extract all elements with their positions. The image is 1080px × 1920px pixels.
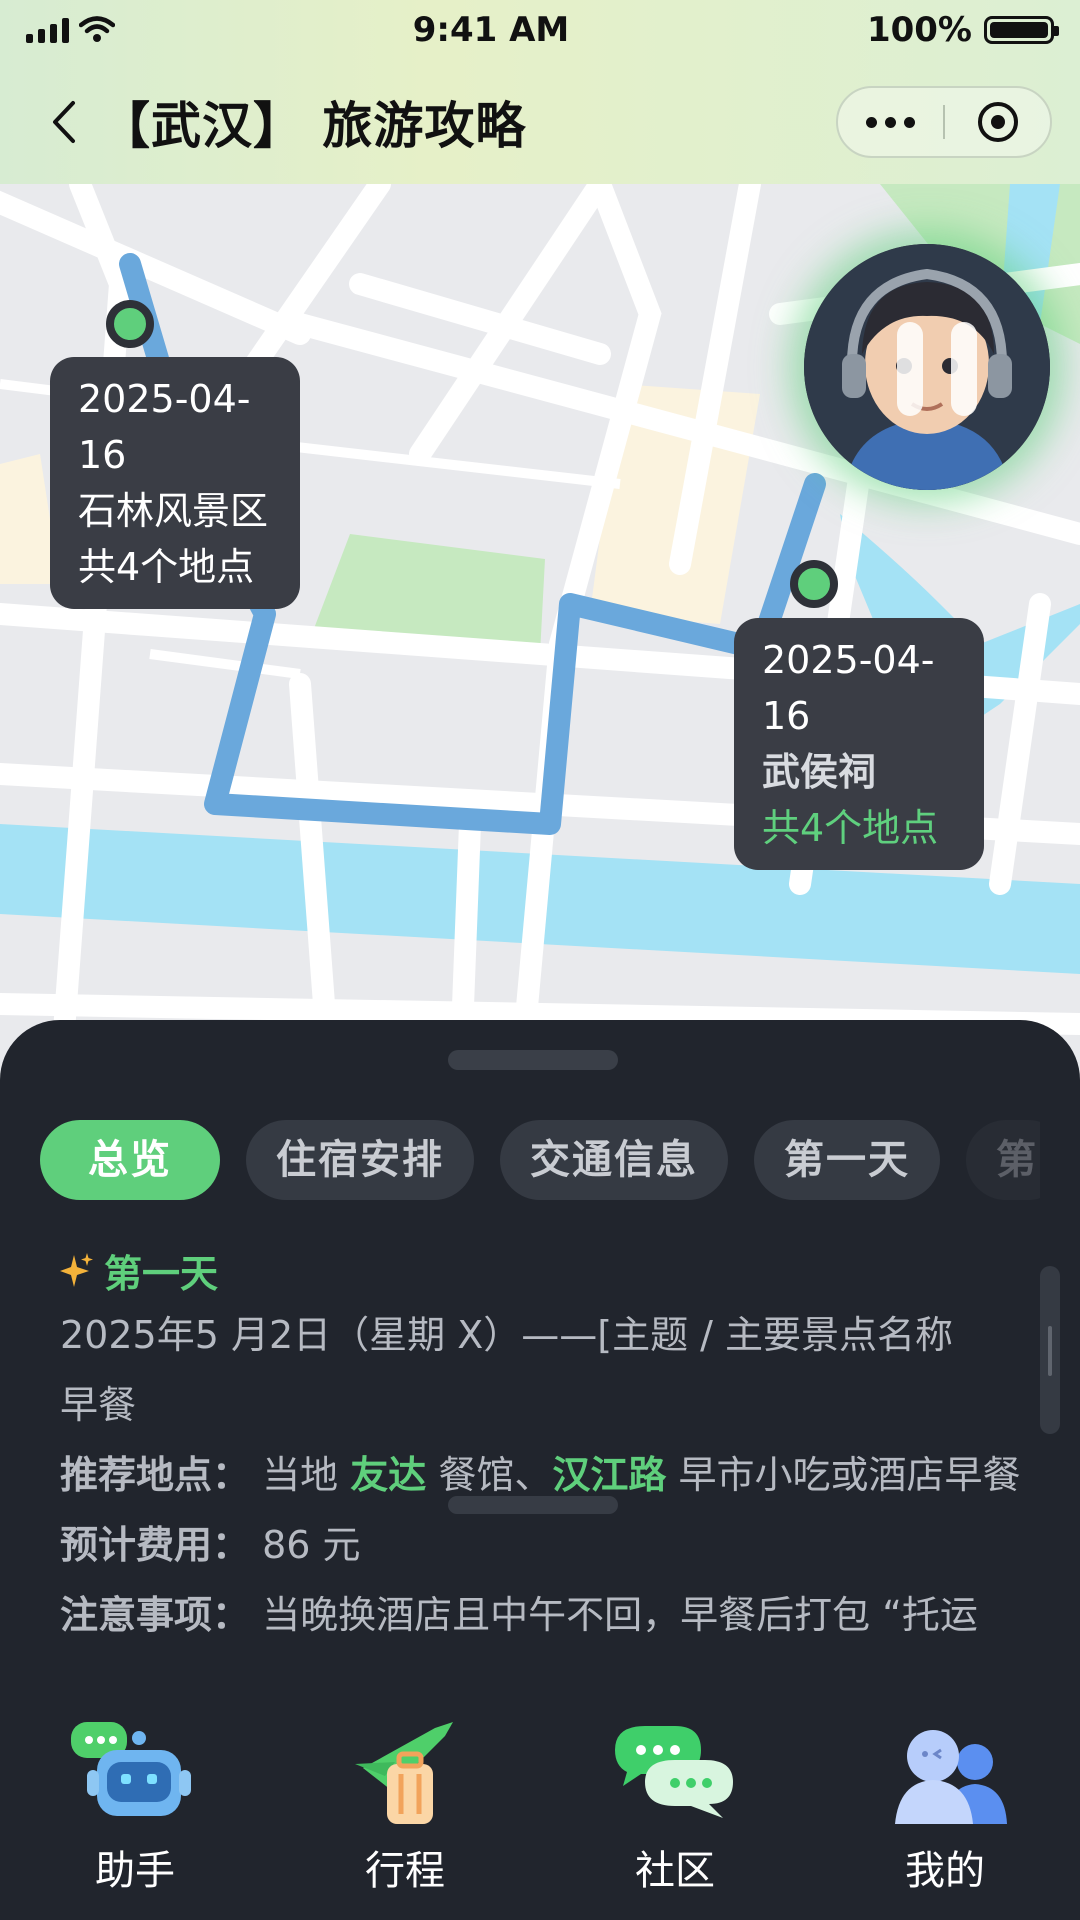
cost-label: 预计费用： <box>60 1523 251 1567</box>
assistant-robot-icon <box>71 1722 191 1816</box>
back-button[interactable] <box>34 92 94 152</box>
wifi-icon <box>79 16 115 42</box>
status-bar: 9:41 AM 100% <box>0 0 1080 60</box>
tab-transport[interactable]: 交通信息 <box>500 1120 728 1200</box>
battery-icon <box>983 16 1059 44</box>
recommend-label: 推荐地点： <box>60 1453 251 1497</box>
inner-drag-handle[interactable] <box>448 1496 618 1514</box>
tabbar-label: 我的 <box>905 1848 985 1894</box>
notes-line: 注意事项： 当晚换酒店且中午不回，早餐后打包 “托运 <box>60 1580 1020 1650</box>
recommend-highlight-2[interactable]: 汉江路 <box>552 1453 666 1497</box>
tabbar-item-itinerary[interactable]: 行程 <box>270 1700 540 1920</box>
miniapp-capsule <box>836 86 1052 158</box>
pause-icon[interactable] <box>897 322 977 416</box>
meal-label: 早餐 <box>60 1383 137 1427</box>
notes-label: 注意事项： <box>60 1593 251 1637</box>
profile-people-icon <box>895 1730 1007 1824</box>
chevron-left-icon <box>53 101 75 143</box>
tabbar-label: 行程 <box>365 1848 445 1894</box>
bottom-tab-bar: 助手 行程 社区 我的 <box>0 1700 1080 1920</box>
cost-line: 预计费用： 86 元 <box>60 1510 1020 1580</box>
tab-overview[interactable]: 总览 <box>40 1120 220 1200</box>
recommend-text-mid: 餐馆、 <box>438 1453 553 1497</box>
close-miniapp-button[interactable] <box>945 100 1050 144</box>
day-title: 第一天 <box>104 1251 219 1296</box>
tabbar-item-profile[interactable]: 我的 <box>810 1700 1080 1920</box>
sparkle-icon <box>60 1253 93 1287</box>
voice-guide-avatar[interactable] <box>804 244 1050 490</box>
map-marker-pin-end[interactable] <box>790 560 838 608</box>
tabbar-label: 社区 <box>635 1848 715 1894</box>
status-time: 9:41 AM <box>412 10 570 50</box>
marker-date: 2025-04-16 <box>762 638 935 738</box>
marker-place: 石林风景区 <box>78 489 269 533</box>
tab-accommodation[interactable]: 住宿安排 <box>246 1120 474 1200</box>
tab-day-two[interactable]: 第 <box>966 1120 1040 1200</box>
map-marker-card-start[interactable]: 2025-04-16 石林风景区 共4个地点 <box>50 357 300 609</box>
itinerary-plane-luggage-icon <box>355 1722 453 1824</box>
signal-icon <box>26 17 69 43</box>
marker-count: 共4个地点 <box>762 806 939 850</box>
itinerary-tabs: 总览 住宿安排 交通信息 第一天第 <box>40 1120 1040 1200</box>
battery-percent: 100% <box>866 10 972 50</box>
community-chat-icon <box>615 1726 733 1818</box>
itinerary-content: 第一天 2025年5 月2日（星期 X）——[主题 / 主要景点名称 早餐 推荐… <box>60 1240 1020 1650</box>
marker-place: 武侯祠 <box>762 750 877 794</box>
page-title: 【武汉】 旅游攻略 <box>100 97 527 155</box>
recommend-text-pre: 当地 <box>262 1453 339 1497</box>
cost-value: 86 元 <box>262 1523 361 1567</box>
marker-count: 共4个地点 <box>78 545 255 589</box>
tabbar-item-community[interactable]: 社区 <box>540 1700 810 1920</box>
marker-date: 2025-04-16 <box>78 377 251 477</box>
more-button[interactable] <box>838 116 943 128</box>
target-icon <box>977 102 1018 142</box>
map-marker-pin-start[interactable] <box>106 300 154 348</box>
drag-handle[interactable] <box>448 1050 618 1070</box>
navigation-bar: 【武汉】 旅游攻略 <box>0 60 1080 184</box>
day-date-line: 2025年5 月2日（星期 X）——[主题 / 主要景点名称 <box>60 1313 954 1357</box>
tab-day-one[interactable]: 第一天 <box>754 1120 940 1200</box>
map-marker-card-end[interactable]: 2025-04-16 武侯祠 共4个地点 <box>734 618 984 870</box>
recommend-highlight-1[interactable]: 友达 <box>350 1453 426 1497</box>
content-scrollbar[interactable] <box>1040 1266 1060 1434</box>
recommend-text-post: 早市小吃或酒店早餐 <box>678 1453 1020 1497</box>
day-heading: 第一天 <box>60 1240 1020 1300</box>
tabbar-item-assistant[interactable]: 助手 <box>0 1700 270 1920</box>
notes-value: 当晚换酒店且中午不回，早餐后打包 “托运 <box>262 1593 978 1637</box>
tabbar-label: 助手 <box>95 1848 175 1894</box>
